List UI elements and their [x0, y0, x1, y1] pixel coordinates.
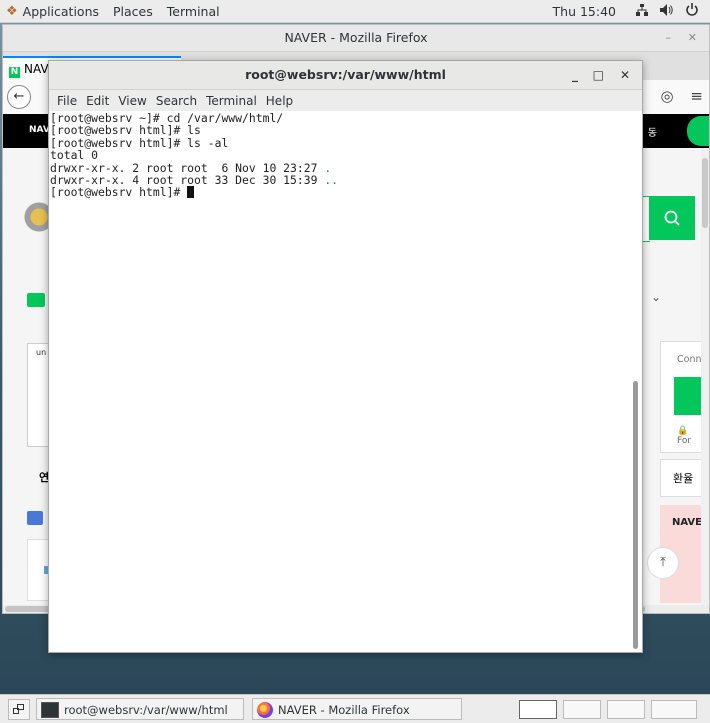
- applications-label: Applications: [22, 3, 100, 19]
- naver-favicon-icon: N: [9, 67, 20, 78]
- exchange-label: 환율: [673, 472, 694, 485]
- text-cursor: [187, 186, 195, 199]
- firefox-window-title: NAVER - Mozilla Firefox: [284, 30, 428, 45]
- workspace-1[interactable]: [519, 700, 557, 719]
- places-menu[interactable]: Places: [113, 4, 153, 19]
- back-button[interactable]: ←: [7, 85, 31, 109]
- exchange-rate-widget[interactable]: 환율: [660, 459, 703, 497]
- close-icon[interactable]: ✕: [688, 25, 697, 51]
- workspace-2[interactable]: [563, 700, 601, 719]
- green-pill[interactable]: [687, 116, 709, 146]
- task-terminal[interactable]: root@websrv:/var/www/html: [36, 698, 244, 720]
- task-firefox[interactable]: NAVER - Mozilla Firefox: [252, 698, 462, 720]
- naver-logo[interactable]: NAV: [29, 125, 50, 135]
- minimize-icon[interactable]: _: [572, 61, 578, 89]
- gnome-foot-icon: ❖: [6, 3, 18, 19]
- terminal-titlebar[interactable]: root@websrv:/var/www/html _ □ ✕: [49, 61, 642, 90]
- workspace-4[interactable]: [651, 700, 697, 719]
- terminal-prompt-line[interactable]: [root@websrv html]#: [50, 186, 631, 199]
- terminal-app-menu[interactable]: Terminal: [167, 4, 220, 19]
- news-icon[interactable]: [27, 511, 43, 525]
- extension-icon[interactable]: ◎: [661, 87, 674, 105]
- tab-label: NAV: [24, 62, 49, 76]
- window-list-bar: root@websrv:/var/www/html NAVER - Mozill…: [0, 694, 710, 723]
- power-icon[interactable]: [686, 3, 698, 19]
- directory-name: ..: [324, 173, 339, 188]
- login-card: Conne 🔒 For: [660, 341, 707, 453]
- terminal-menubar: File Edit View Search Terminal Help: [49, 90, 642, 111]
- show-desktop-icon: [13, 703, 24, 714]
- naver-header-text[interactable]: 동: [648, 124, 657, 139]
- search-button[interactable]: [649, 196, 695, 240]
- menu-terminal[interactable]: Terminal: [206, 94, 257, 108]
- menu-edit[interactable]: Edit: [86, 94, 109, 108]
- mail-icon[interactable]: [27, 293, 45, 307]
- ad-banner-text: un: [36, 348, 47, 357]
- menu-file[interactable]: File: [57, 94, 77, 108]
- terminal-window[interactable]: root@websrv:/var/www/html _ □ ✕ File Edi…: [48, 60, 643, 653]
- task-terminal-label: root@websrv:/var/www/html: [64, 703, 228, 717]
- hamburger-menu-icon[interactable]: ≡: [690, 87, 703, 105]
- terminal-line: [root@websrv html]# ls -al: [50, 135, 229, 150]
- close-icon[interactable]: ✕: [620, 61, 630, 89]
- firefox-titlebar[interactable]: NAVER - Mozilla Firefox – ✕: [3, 25, 709, 52]
- applications-menu[interactable]: ❖ Applications: [6, 4, 99, 19]
- firefox-icon: [257, 702, 273, 718]
- search-icon: [664, 210, 680, 226]
- doodle-image[interactable]: [21, 195, 51, 239]
- page-scrollbar[interactable]: [701, 148, 709, 613]
- top-bar: ❖ Applications Places Terminal Thu 15:40: [0, 0, 710, 23]
- workspace-3[interactable]: [607, 700, 645, 719]
- terminal-icon: [41, 702, 59, 718]
- promo-card-label: NAVE: [672, 517, 702, 528]
- terminal-scrollbar[interactable]: [631, 111, 639, 651]
- clock[interactable]: Thu 15:40: [553, 4, 616, 19]
- volume-icon[interactable]: [660, 3, 674, 19]
- terminal-output[interactable]: [root@websrv ~]# cd /var/www/html/ [root…: [49, 111, 631, 651]
- menu-search[interactable]: Search: [156, 94, 197, 108]
- menu-view[interactable]: View: [118, 94, 146, 108]
- minimize-icon[interactable]: –: [666, 25, 672, 51]
- scroll-to-top-button[interactable]: ⤒: [647, 547, 679, 579]
- lock-link[interactable]: 🔒 For: [677, 426, 704, 446]
- network-icon[interactable]: [636, 3, 648, 19]
- login-button[interactable]: [674, 377, 704, 415]
- maximize-icon[interactable]: □: [593, 61, 604, 89]
- terminal-window-title: root@websrv:/var/www/html: [245, 67, 446, 82]
- task-firefox-label: NAVER - Mozilla Firefox: [278, 703, 410, 717]
- show-desktop-button[interactable]: [8, 699, 30, 720]
- chevron-down-icon[interactable]: ⌄: [651, 290, 661, 304]
- menu-help[interactable]: Help: [266, 94, 293, 108]
